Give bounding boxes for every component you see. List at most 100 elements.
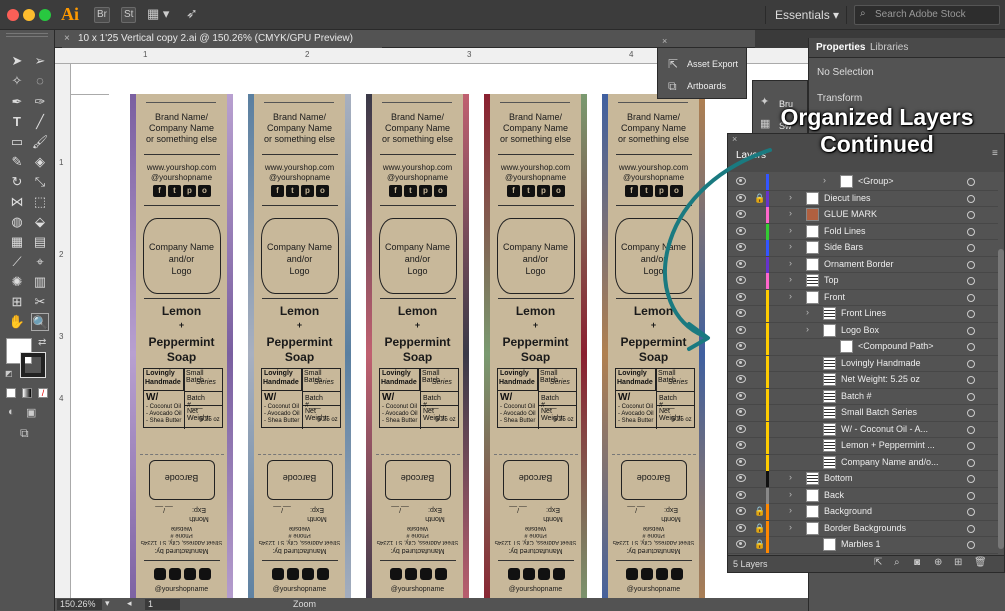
layer-name[interactable]: GLUE MARK (824, 209, 877, 219)
close-panel-icon[interactable]: × (662, 36, 667, 46)
pen-tool-icon[interactable]: ✒ (8, 93, 26, 111)
asset-export-button[interactable]: Asset Export (687, 59, 738, 69)
make-clipping-mask-icon[interactable]: ◙ (914, 557, 920, 568)
layer-name[interactable]: Marbles 1 (841, 539, 881, 549)
layer-name[interactable]: Company Name and/o... (841, 457, 939, 467)
layer-name[interactable]: Ornament Border (824, 259, 894, 269)
layer-row[interactable]: 🔒 Marbles 1 (728, 537, 998, 554)
workspace-switcher[interactable]: Essentials ▾ (775, 8, 839, 22)
search-stock-input[interactable]: ⌕ Search Adobe Stock (854, 5, 1000, 25)
live-paint-tool-icon[interactable]: ⬙ (31, 213, 49, 231)
target-circle-icon[interactable] (967, 508, 975, 516)
visibility-eye-icon[interactable] (736, 408, 746, 416)
zoom-tool-icon[interactable]: 🔍 (31, 313, 49, 331)
layer-name[interactable]: W/ - Coconut Oil - A... (841, 424, 928, 434)
curvature-tool-icon[interactable]: ✑ (31, 93, 49, 111)
layer-row[interactable]: Small Batch Series (728, 405, 998, 422)
visibility-eye-icon[interactable] (736, 391, 746, 400)
layer-name[interactable]: Lemon + Peppermint ... (841, 440, 935, 450)
layer-row[interactable]: 🔒 › Background (728, 504, 998, 521)
lock-icon[interactable]: 🔒 (754, 506, 765, 517)
layer-row[interactable]: Lovingly Handmade (728, 355, 998, 372)
visibility-eye-icon[interactable] (736, 490, 746, 499)
lock-icon[interactable]: 🔒 (754, 193, 765, 204)
gpu-rocket-icon[interactable]: ➶ (186, 5, 198, 22)
artboard-number-field[interactable]: 1 (145, 599, 180, 610)
layer-row[interactable]: 🔒 › Border Backgrounds (728, 520, 998, 537)
layer-row[interactable]: Net Weight: 5.25 oz (728, 372, 998, 389)
selection-tool-icon[interactable]: ➤ (8, 52, 26, 70)
stock-button[interactable]: St (121, 7, 137, 23)
expand-chevron-icon[interactable]: › (789, 225, 792, 235)
layers-panel-title[interactable]: Layers (736, 150, 766, 161)
delete-layer-icon[interactable]: 🗑 (974, 557, 987, 568)
target-circle-icon[interactable] (967, 409, 975, 417)
visibility-eye-icon[interactable] (736, 358, 746, 367)
layer-row[interactable]: › Bottom (728, 471, 998, 488)
none-mode-icon[interactable]: / (38, 388, 48, 398)
hand-tool-icon[interactable]: ✋ (8, 313, 26, 331)
soap-label[interactable]: Brand Name/ Company Name or something el… (366, 94, 469, 598)
rotate-tool-icon[interactable]: ↻ (8, 173, 26, 191)
layer-name[interactable]: Batch # (841, 391, 872, 401)
artboards-button[interactable]: Artboards (687, 81, 726, 91)
expand-chevron-icon[interactable]: › (789, 291, 792, 301)
eyedropper-tool-icon[interactable]: ⟋ (8, 253, 26, 271)
layer-row[interactable]: › Side Bars (728, 240, 998, 257)
artboard-canvas[interactable]: Brand Name/ Company Name or something el… (71, 64, 811, 598)
layer-row[interactable]: W/ - Coconut Oil - A... (728, 421, 998, 438)
target-circle-icon[interactable] (967, 310, 975, 318)
lasso-tool-icon[interactable]: ◌ (31, 72, 49, 90)
expand-chevron-icon[interactable]: › (789, 522, 792, 532)
visibility-eye-icon[interactable] (736, 243, 746, 251)
new-sublayer-icon[interactable]: ⊕ (934, 557, 942, 568)
tab-properties[interactable]: Properties (816, 42, 865, 53)
zoom-dropdown-icon[interactable]: ▾ (105, 598, 110, 609)
visibility-eye-icon[interactable] (736, 292, 746, 301)
layer-name[interactable]: Front Lines (841, 308, 886, 318)
line-tool-icon[interactable]: ╱ (31, 113, 49, 131)
close-window-button[interactable] (7, 9, 19, 21)
toolbar-grip[interactable] (6, 33, 48, 37)
graph-tool-icon[interactable]: ▥ (31, 273, 49, 291)
target-circle-icon[interactable] (967, 376, 975, 384)
width-tool-icon[interactable]: ⋈ (8, 193, 26, 211)
gradient-tool-icon[interactable]: ▤ (31, 233, 49, 251)
layer-name[interactable]: Front (824, 292, 845, 302)
shape-builder-tool-icon[interactable]: ◍ (8, 213, 26, 231)
swap-fill-stroke-icon[interactable]: ⇄ (38, 337, 46, 348)
tab-libraries[interactable]: Libraries (870, 42, 908, 53)
soap-label[interactable]: Brand Name/ Company Name or something el… (248, 94, 351, 598)
target-circle-icon[interactable] (967, 524, 975, 533)
visibility-eye-icon[interactable] (736, 441, 746, 449)
eraser-tool-icon[interactable]: ◈ (31, 153, 49, 171)
layer-name[interactable]: Small Batch Series (841, 407, 917, 417)
shaper-tool-icon[interactable]: ✎ (8, 153, 26, 171)
arrange-documents-icon[interactable]: ▦ ▾ (147, 6, 169, 22)
document-tab[interactable]: × 10 x 1'25 Vertical copy 2.ai @ 150.26%… (62, 30, 382, 48)
target-circle-icon[interactable] (967, 260, 975, 269)
target-circle-icon[interactable] (967, 326, 975, 335)
target-circle-icon[interactable] (967, 227, 975, 236)
layer-name[interactable]: Bottom (824, 473, 853, 483)
target-circle-icon[interactable] (967, 293, 975, 302)
layer-name[interactable]: Background (824, 506, 872, 516)
target-circle-icon[interactable] (967, 359, 975, 368)
layers-scrollbar[interactable] (998, 249, 1004, 549)
new-layer-icon[interactable]: ⊞ (954, 557, 962, 568)
visibility-eye-icon[interactable] (736, 226, 746, 235)
layer-name[interactable]: Net Weight: 5.25 oz (841, 374, 920, 384)
screen-mode-icon[interactable]: ▣ (26, 406, 36, 419)
draw-mode-icon[interactable]: ◐ (8, 406, 15, 418)
layer-row[interactable]: › Front (728, 289, 998, 306)
default-colors-icon[interactable]: ◩ (5, 369, 13, 378)
soap-label[interactable]: Brand Name/ Company Name or something el… (602, 94, 705, 598)
layer-row[interactable]: › Ornament Border (728, 256, 998, 273)
visibility-eye-icon[interactable] (736, 375, 746, 383)
target-circle-icon[interactable] (967, 458, 975, 467)
panel-menu-icon[interactable]: ≡ (992, 148, 998, 159)
expand-chevron-icon[interactable]: › (789, 192, 792, 202)
visibility-eye-icon[interactable] (736, 342, 746, 350)
layer-name[interactable]: <Compound Path> (858, 341, 934, 351)
visibility-eye-icon[interactable] (736, 177, 746, 185)
